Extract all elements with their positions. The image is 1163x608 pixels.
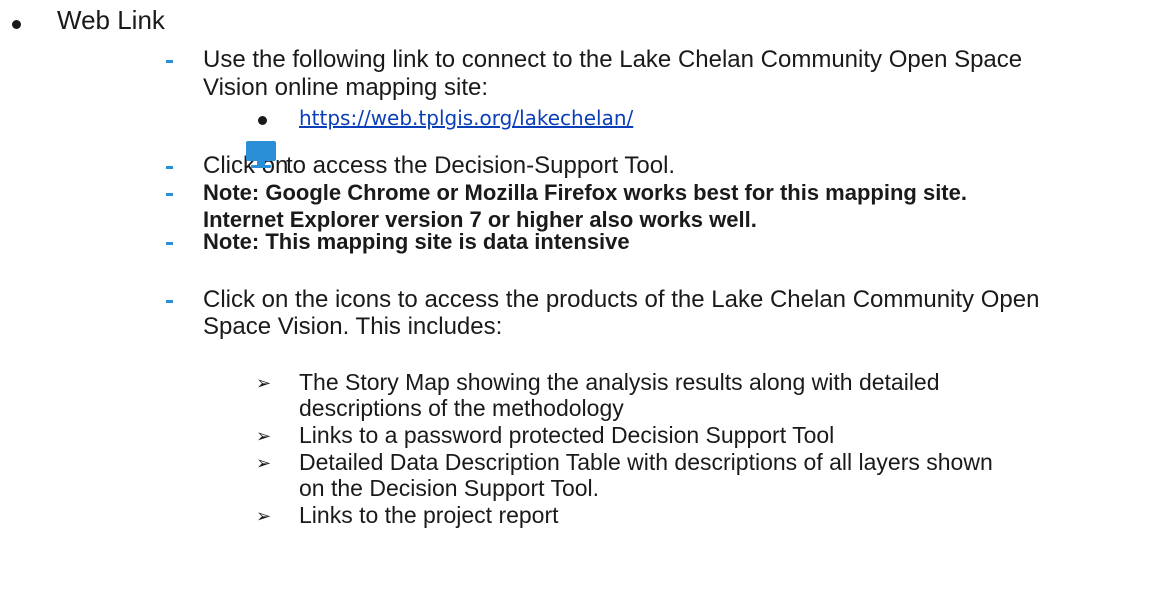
monitor-icon[interactable] (245, 140, 277, 170)
arrow-bullet: ➢ (256, 453, 272, 473)
include-item-4: Links to the project report (299, 502, 559, 528)
include-item-1-line1: The Story Map showing the analysis resul… (299, 369, 940, 395)
use-link-text-line2: Vision online mapping site: (203, 74, 489, 101)
dash-marker (166, 60, 173, 63)
icons-text-line1: Click on the icons to access the product… (203, 286, 1040, 313)
arrow-bullet: ➢ (256, 506, 272, 526)
use-link-text-line1: Use the following link to connect to the… (203, 46, 1023, 73)
note-data-intensive: Note: This mapping site is data intensiv… (203, 229, 630, 254)
bullet-dot (12, 20, 21, 29)
include-item-3-line2: on the Decision Support Tool. (299, 475, 600, 501)
note-browser-line1: Note: Google Chrome or Mozilla Firefox w… (203, 180, 967, 205)
web-link-heading: Web Link (57, 5, 165, 35)
bullet-dot (258, 116, 267, 125)
arrow-bullet: ➢ (256, 426, 272, 446)
dash-marker (166, 166, 173, 169)
include-item-1-line2: descriptions of the methodology (299, 395, 624, 421)
include-item-2: Links to a password protected Decision S… (299, 422, 835, 448)
url-line: https://web.tplgis.org/lakechelan/ (299, 104, 633, 132)
dash-marker (166, 193, 173, 196)
click-on-rest-text: to access the Decision-Support Tool. (286, 152, 676, 179)
dash-marker (166, 242, 173, 245)
icons-text-line2: Space Vision. This includes: (203, 313, 503, 340)
include-item-3-line1: Detailed Data Description Table with des… (299, 449, 993, 475)
arrow-bullet: ➢ (256, 373, 272, 393)
lake-chelan-link[interactable]: https://web.tplgis.org/lakechelan/ (299, 106, 633, 130)
dash-marker (166, 300, 173, 303)
